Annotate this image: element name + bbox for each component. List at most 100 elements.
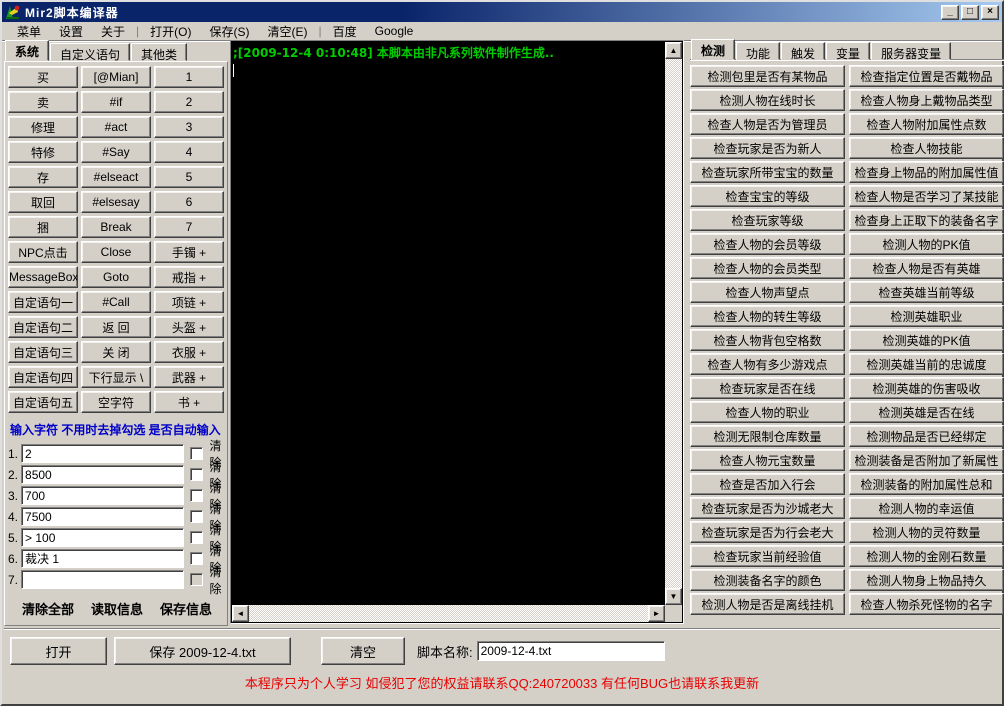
detect-function-button[interactable]: 检查人物是否有英雄 xyxy=(849,257,1004,279)
close-button[interactable]: × xyxy=(981,5,999,20)
detect-function-button[interactable]: 检查人物附加属性点数 xyxy=(849,113,1004,135)
script-command-button[interactable]: 特修 xyxy=(8,141,78,163)
menu-item-baidu[interactable]: 百度 xyxy=(324,21,366,42)
script-command-button[interactable]: 取回 xyxy=(8,191,78,213)
script-name-input[interactable] xyxy=(477,641,665,661)
tab-detect[interactable]: 检测 xyxy=(691,39,735,60)
script-command-button[interactable]: Goto xyxy=(81,266,151,288)
menu-item-settings[interactable]: 设置 xyxy=(50,21,92,42)
auto-input-checkbox[interactable] xyxy=(190,447,203,460)
detect-function-button[interactable]: 检查人物是否学习了某技能 xyxy=(849,185,1004,207)
detect-function-button[interactable]: 检查玩家是否为行会老大 xyxy=(690,521,845,543)
detect-function-button[interactable]: 检查英雄当前等级 xyxy=(849,281,1004,303)
read-info-label[interactable]: 读取信息 xyxy=(91,599,143,618)
tab-custom-statements[interactable]: 自定义语句 xyxy=(50,43,130,61)
scroll-down-icon[interactable]: ▼ xyxy=(665,588,682,605)
script-command-button[interactable]: 关 闭 xyxy=(81,341,151,363)
detect-function-button[interactable]: 检查人物的会员等级 xyxy=(690,233,845,255)
script-command-button[interactable]: 2 xyxy=(154,91,224,113)
detect-function-button[interactable]: 检查玩家等级 xyxy=(690,209,845,231)
script-command-button[interactable]: 1 xyxy=(154,66,224,88)
menu-item-menu[interactable]: 菜单 xyxy=(8,21,50,42)
detect-function-button[interactable]: 检查人物技能 xyxy=(849,137,1004,159)
script-command-button[interactable]: #elseact xyxy=(81,166,151,188)
detect-function-button[interactable]: 检查身上物品的附加属性值 xyxy=(849,161,1004,183)
script-command-button[interactable]: Break xyxy=(81,216,151,238)
detect-function-button[interactable]: 检查人物身上戴物品类型 xyxy=(849,89,1004,111)
auto-input-field[interactable] xyxy=(21,444,184,463)
tab-trigger[interactable]: 触发 xyxy=(781,42,825,60)
script-command-button[interactable]: MessageBox xyxy=(8,266,78,288)
detect-function-button[interactable]: 检查人物背包空格数 xyxy=(690,329,845,351)
script-command-button[interactable]: 5 xyxy=(154,166,224,188)
menu-item-save[interactable]: 保存(S) xyxy=(201,21,259,42)
detect-function-button[interactable]: 检测人物的PK值 xyxy=(849,233,1004,255)
tab-other[interactable]: 其他类 xyxy=(131,43,187,61)
auto-input-field[interactable] xyxy=(21,528,184,547)
script-command-button[interactable]: Close xyxy=(81,241,151,263)
detect-function-button[interactable]: 检测无限制仓库数量 xyxy=(690,425,845,447)
detect-function-button[interactable]: 检查人物有多少游戏点 xyxy=(690,353,845,375)
script-command-button[interactable]: #Call xyxy=(81,291,151,313)
script-command-button[interactable]: 4 xyxy=(154,141,224,163)
script-command-button[interactable]: 6 xyxy=(154,191,224,213)
detect-function-button[interactable]: 检查人物声望点 xyxy=(690,281,845,303)
detect-function-button[interactable]: 检查人物的职业 xyxy=(690,401,845,423)
horizontal-scroll-track[interactable] xyxy=(249,605,648,622)
script-command-button[interactable]: 返 回 xyxy=(81,316,151,338)
scroll-right-icon[interactable]: ► xyxy=(648,605,665,622)
detect-function-button[interactable]: 检测英雄的PK值 xyxy=(849,329,1004,351)
detect-function-button[interactable]: 检测人物身上物品持久 xyxy=(849,569,1004,591)
open-button[interactable]: 打开 xyxy=(10,637,107,665)
detect-function-button[interactable]: 检查宝宝的等级 xyxy=(690,185,845,207)
script-command-button[interactable]: 下行显示 \ xyxy=(81,366,151,388)
script-command-button[interactable]: [@Mian] xyxy=(81,66,151,88)
auto-input-field[interactable] xyxy=(21,549,184,568)
detect-function-button[interactable]: 检查玩家是否为新人 xyxy=(690,137,845,159)
script-command-button[interactable]: 自定语句五 xyxy=(8,391,78,413)
detect-function-button[interactable]: 检测人物是否是离线挂机 xyxy=(690,593,845,615)
clear-button[interactable]: 清空 xyxy=(321,637,405,665)
vertical-scroll-track[interactable] xyxy=(665,59,682,588)
auto-input-field[interactable] xyxy=(21,570,184,589)
auto-input-field[interactable] xyxy=(21,465,184,484)
detect-function-button[interactable]: 检查人物元宝数量 xyxy=(690,449,845,471)
detect-function-button[interactable]: 检测装备是否附加了新属性 xyxy=(849,449,1004,471)
auto-input-checkbox[interactable] xyxy=(190,531,203,544)
detect-function-button[interactable]: 检查人物的会员类型 xyxy=(690,257,845,279)
detect-function-button[interactable]: 检测包里是否有某物品 xyxy=(690,65,845,87)
auto-input-field[interactable] xyxy=(21,486,184,505)
detect-function-button[interactable]: 检测人物在线时长 xyxy=(690,89,845,111)
auto-input-checkbox[interactable] xyxy=(190,510,203,523)
minimize-button[interactable]: _ xyxy=(941,5,959,20)
script-command-button[interactable]: 书 + xyxy=(154,391,224,413)
detect-function-button[interactable]: 检查人物杀死怪物的名字 xyxy=(849,593,1004,615)
script-command-button[interactable]: 自定语句四 xyxy=(8,366,78,388)
script-command-button[interactable]: 空字符 xyxy=(81,391,151,413)
save-button[interactable]: 保存 2009-12-4.txt xyxy=(114,637,291,665)
script-command-button[interactable]: 买 xyxy=(8,66,78,88)
auto-input-checkbox[interactable] xyxy=(190,489,203,502)
script-command-button[interactable]: 自定语句二 xyxy=(8,316,78,338)
detect-function-button[interactable]: 检测人物的幸运值 xyxy=(849,497,1004,519)
detect-function-button[interactable]: 检测装备的附加属性总和 xyxy=(849,473,1004,495)
script-command-button[interactable]: 卖 xyxy=(8,91,78,113)
menu-item-about[interactable]: 关于 xyxy=(92,21,134,42)
detect-function-button[interactable]: 检测物品是否已经绑定 xyxy=(849,425,1004,447)
detect-function-button[interactable]: 检查玩家是否在线 xyxy=(690,377,845,399)
script-command-button[interactable]: #if xyxy=(81,91,151,113)
script-command-button[interactable]: 戒指 + xyxy=(154,266,224,288)
menu-item-open[interactable]: 打开(O) xyxy=(141,21,200,42)
script-command-button[interactable]: 武器 + xyxy=(154,366,224,388)
script-command-button[interactable]: 手镯 + xyxy=(154,241,224,263)
detect-function-button[interactable]: 检查人物是否为管理员 xyxy=(690,113,845,135)
script-command-button[interactable]: #elsesay xyxy=(81,191,151,213)
script-command-button[interactable]: NPC点击 xyxy=(8,241,78,263)
detect-function-button[interactable]: 检测装备名字的颜色 xyxy=(690,569,845,591)
detect-function-button[interactable]: 检查人物的转生等级 xyxy=(690,305,845,327)
tab-system[interactable]: 系统 xyxy=(5,40,49,61)
script-text-area[interactable]: ;[2009-12-4 0:10:48] 本脚本由非凡系列软件制作生成.. xyxy=(232,42,665,605)
scroll-up-icon[interactable]: ▲ xyxy=(665,42,682,59)
script-command-button[interactable]: 衣服 + xyxy=(154,341,224,363)
detect-function-button[interactable]: 检查玩家当前经验值 xyxy=(690,545,845,567)
